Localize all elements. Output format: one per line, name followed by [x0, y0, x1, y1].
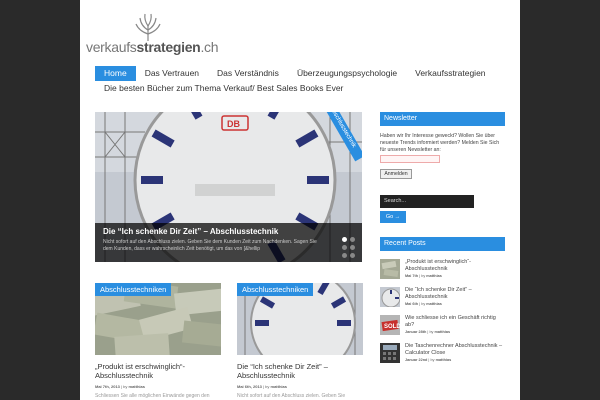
slider-title[interactable]: Die “Ich schenke Dir Zeit” – Abschlusste… [103, 227, 354, 236]
recent-post-item[interactable]: „Produkt ist erschwinglich“-Abschlusstec… [380, 259, 505, 279]
logo-tree-icon [135, 13, 161, 41]
slider-excerpt: Nicht sofort auf den Abschluss zielen. G… [103, 239, 317, 252]
site-logo[interactable]: verkaufsstrategien.ch [86, 12, 219, 60]
slider-pagination [342, 237, 356, 258]
post-excerpt: Schliessen Sie alle möglichen Einwände g… [95, 393, 210, 399]
money-thumb-image [380, 259, 400, 279]
post-thumbnail[interactable]: Abschlusstechniken [237, 283, 363, 355]
nav-item-verkaufsstrategien[interactable]: Verkaufsstrategien [406, 66, 494, 81]
slider-dot[interactable] [350, 237, 355, 242]
slider-dot[interactable] [342, 253, 347, 258]
page: verkaufsstrategien.ch Home Das Vertrauen… [80, 0, 520, 400]
recent-posts-title: Recent Posts [380, 237, 505, 251]
nav-row-2: Die besten Bücher zum Thema Verkauf/ Bes… [95, 81, 505, 96]
slider-dot[interactable] [342, 237, 347, 242]
recent-post-thumbnail[interactable] [380, 259, 400, 279]
recent-post-thumbnail[interactable] [380, 287, 400, 307]
search-go-button[interactable]: Go → [380, 211, 406, 223]
newsletter-subscribe-button[interactable]: Anmelden [380, 169, 412, 179]
recent-post-title[interactable]: Die Taschenrechner Abschlusstechnik – Ca… [405, 343, 505, 357]
sidebar: Newsletter Haben wir Ihr Interesse gewec… [380, 112, 505, 363]
svg-text:DB: DB [227, 119, 240, 129]
nav-row-1: Home Das Vertrauen Das Verständnis Überz… [95, 66, 505, 81]
recent-post-meta: Januar 22nd | by matthias [405, 358, 452, 362]
recent-posts-widget: Recent Posts „Produkt ist erschwinglich“… [380, 237, 505, 363]
nav-item-ueberzeugungspsychologie[interactable]: Überzeugungspsychologie [288, 66, 406, 81]
clock-thumb-image [380, 287, 400, 307]
post-thumbnail[interactable]: Abschlusstechniken [95, 283, 221, 355]
nav-item-das-vertrauen[interactable]: Das Vertrauen [136, 66, 208, 81]
svg-text:SOLD: SOLD [384, 324, 400, 330]
post-excerpt: Nicht sofort auf den Abschluss zielen. G… [237, 393, 346, 399]
post-category-label[interactable]: Abschlusstechniken [237, 283, 314, 296]
post-category-label[interactable]: Abschlusstechniken [95, 283, 172, 296]
nav-item-das-verstaendnis[interactable]: Das Verständnis [208, 66, 288, 81]
search-input[interactable]: Search... [380, 195, 474, 208]
post-meta: Mai 6th, 2013 | by matthias [237, 384, 287, 389]
post-title[interactable]: „Produkt ist erschwinglich“-Abschlusstec… [95, 362, 221, 380]
newsletter-text: Haben wir Ihr Interesse geweckt? Wollen … [380, 133, 500, 153]
sold-sign-thumb-image: SOLD [380, 315, 400, 335]
featured-slider[interactable]: DB Abschlusstechnik Die “Ich schenke Dir… [95, 112, 362, 262]
recent-post-item[interactable]: Die Taschenrechner Abschlusstechnik – Ca… [380, 343, 505, 363]
newsletter-widget: Newsletter Haben wir Ihr Interesse gewec… [380, 112, 505, 179]
slider-caption: Die “Ich schenke Dir Zeit” – Abschlusste… [95, 223, 362, 262]
recent-post-title[interactable]: Die “Ich schenke Dir Zeit” – Abschlusste… [405, 287, 505, 301]
nav-item-home[interactable]: Home [95, 66, 136, 81]
post-card: Abschlusstechniken Die “Ich schenke Dir … [237, 283, 363, 399]
recent-post-meta: Mai 7th | by matthias [405, 274, 442, 278]
slider-dot[interactable] [350, 245, 355, 250]
recent-post-thumbnail[interactable]: SOLD [380, 315, 400, 335]
newsletter-title: Newsletter [380, 112, 505, 126]
recent-post-meta: Januar 28th | by matthias [405, 330, 451, 334]
main-nav: Home Das Vertrauen Das Verständnis Überz… [95, 66, 505, 96]
post-title[interactable]: Die “Ich schenke Dir Zeit” – Abschlusste… [237, 362, 363, 380]
nav-item-beste-buecher[interactable]: Die besten Bücher zum Thema Verkauf/ Bes… [95, 81, 352, 96]
recent-post-title[interactable]: „Produkt ist erschwinglich“-Abschlusstec… [405, 259, 505, 273]
slider-dot[interactable] [350, 253, 355, 258]
logo-text: verkaufsstrategien.ch [86, 39, 219, 55]
newsletter-email-input[interactable] [380, 155, 440, 163]
recent-post-item[interactable]: SOLD Wie schliesse ich ein Geschäft rich… [380, 315, 505, 335]
slider-dot[interactable] [342, 245, 347, 250]
calculator-thumb-image [380, 343, 400, 363]
recent-post-meta: Mai 6th | by matthias [405, 302, 442, 306]
post-meta: Mai 7th, 2013 | by matthias [95, 384, 145, 389]
recent-post-title[interactable]: Wie schliesse ich ein Geschäft richtig a… [405, 315, 505, 329]
recent-post-item[interactable]: Die “Ich schenke Dir Zeit” – Abschlusste… [380, 287, 505, 307]
recent-post-thumbnail[interactable] [380, 343, 400, 363]
post-card: Abschlusstechniken „Produkt ist erschwin… [95, 283, 221, 399]
